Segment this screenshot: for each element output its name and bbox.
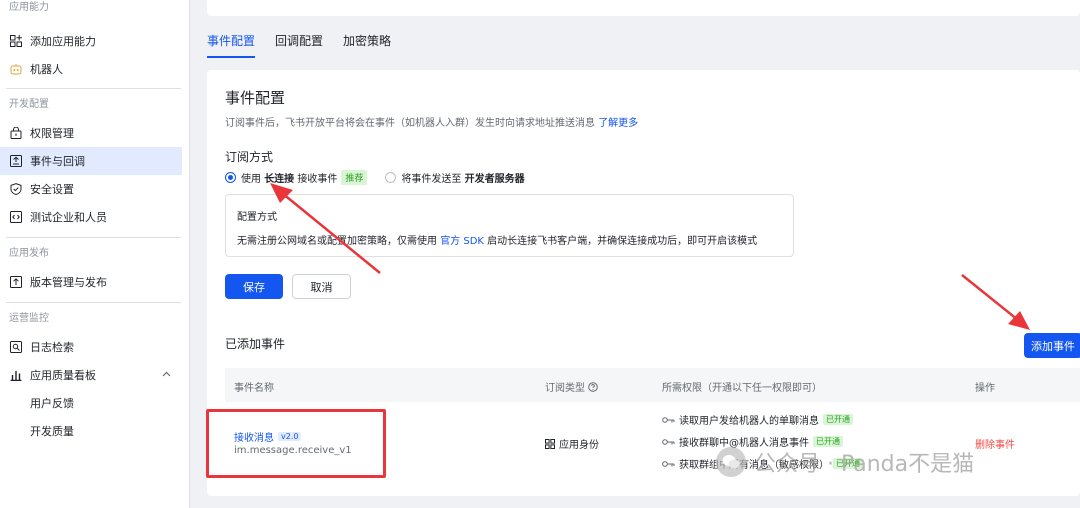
sidebar-divider [6,88,181,89]
radio-label-prefix: 使用 [241,174,261,185]
subscription-type-label: 应用身份 [559,440,599,451]
events-table-header: 事件名称 订阅类型 所需权限（开通以下任一权限即可） 操作 [225,368,1080,402]
sidebar-item-label: 日志检索 [30,341,74,354]
sidebar-item-label: 测试企业和人员 [30,211,107,224]
sidebar-group-dev-config: 开发配置 [9,99,49,110]
wechat-icon [716,447,746,477]
sidebar-item-events[interactable]: 事件与回调 [0,147,182,175]
highlight-box [206,409,386,478]
column-header-perms: 所需权限（开通以下任一权限即可） [662,383,822,394]
official-sdk-link[interactable]: 官方 SDK [440,236,484,247]
config-method-text-1: 无需注册公网域名或配置加密策略，仅需使用 [237,236,437,247]
sidebar-item-security[interactable]: 安全设置 [0,175,189,203]
sidebar-item-versions[interactable]: 版本管理与发布 [0,268,189,296]
permission-text: 读取用户发给机器人的单聊消息 [679,416,819,427]
radio-label-suffix: 接收事件 [297,174,338,185]
sidebar-item-feedback[interactable]: 用户反馈 [0,389,189,417]
column-header-type: 订阅类型 [545,379,598,394]
sidebar-item-bot[interactable]: 机器人 [0,55,189,83]
column-header-name: 事件名称 [234,383,274,394]
config-method-title: 配置方式 [237,212,277,223]
radio-developer-server[interactable]: 将事件发送至 开发者服务器 [385,170,525,185]
key-icon [662,438,675,446]
permission-status-badge: 已开通 [823,414,853,425]
tab-bar: 事件配置 回调配置 加密策略 [207,26,411,58]
app-identity-icon [545,438,555,449]
shield-icon [10,183,22,195]
key-icon [662,460,675,468]
sidebar-item-label: 开发质量 [30,425,74,438]
sidebar-item-label: 用户反馈 [30,397,74,410]
save-button[interactable]: 保存 [225,274,283,299]
subscription-method-title: 订阅方式 [225,150,274,164]
radio-label-bold: 开发者服务器 [464,174,525,185]
sidebar-item-logs[interactable]: 日志检索 [0,333,189,361]
tab-callback-config[interactable]: 回调配置 [275,26,323,56]
sidebar-item-dev-quality[interactable]: 开发质量 [0,417,189,445]
page-title: 事件配置 [225,89,286,107]
sidebar-item-label: 事件与回调 [30,155,85,168]
event-callback-icon [10,155,22,167]
sidebar-item-label: 版本管理与发布 [30,276,107,289]
permission-item: 读取用户发给机器人的单聊消息 已开通 [662,412,853,427]
upload-box-icon [10,276,22,288]
radio-label-bold: 长连接 [264,174,295,185]
description-text: 订阅事件后，飞书开放平台将会在事件（如机器人入群）发生时向请求地址推送消息 [225,118,595,129]
key-icon [662,416,675,424]
sidebar-item-label: 权限管理 [30,127,74,140]
column-header-type-label: 订阅类型 [545,383,585,394]
grid-plus-icon [10,35,22,47]
sidebar-item-label: 应用质量看板 [30,369,96,382]
sidebar-item-label: 安全设置 [30,183,74,196]
watermark-text: 公众号 · Panda不是猫 [754,452,975,477]
code-box-icon [10,211,22,223]
sidebar-divider [6,237,181,238]
subscription-method-radios: 使用 长连接 接收事件 推荐 将事件发送至 开发者服务器 [225,170,543,185]
sidebar-item-quality-board[interactable]: 应用质量看板 [0,361,189,389]
sidebar-group-capabilities: 应用能力 [9,2,49,13]
config-method-text: 无需注册公网域名或配置加密策略，仅需使用 官方 SDK 启动长连接飞书客户端，并… [237,232,757,247]
added-events-title: 已添加事件 [225,337,286,351]
delete-event-link[interactable]: 删除事件 [975,436,1015,451]
radio-unchecked-icon [385,172,397,183]
learn-more-link[interactable]: 了解更多 [598,118,638,129]
robot-icon [10,63,22,75]
add-event-button[interactable]: 添加事件 [1024,333,1080,358]
column-header-ops: 操作 [975,383,995,394]
sidebar-item-permissions[interactable]: 权限管理 [0,119,189,147]
radio-label-prefix: 将事件发送至 [401,174,462,185]
chevron-up-icon [162,370,171,379]
config-method-text-2: 启动长连接飞书客户端，并确保连接成功后，即可开启该模式 [487,236,758,247]
tab-encryption[interactable]: 加密策略 [343,26,391,56]
log-search-icon [10,341,22,353]
sidebar-divider [6,302,181,303]
radio-long-connection[interactable]: 使用 长连接 接收事件 推荐 [225,170,368,185]
sidebar-group-release: 应用发布 [9,248,49,259]
sidebar-group-monitoring: 运营监控 [9,313,49,324]
config-method-box: 配置方式 无需注册公网域名或配置加密策略，仅需使用 官方 SDK 启动长连接飞书… [225,194,794,257]
lock-icon [10,127,22,139]
sidebar-item-label: 机器人 [30,63,63,76]
sidebar: 应用能力 添加应用能力 机器人 开发配置 权限管理 事件与回调 安全设置 测试企… [0,0,190,508]
sidebar-item-add-capability[interactable]: 添加应用能力 [0,27,189,55]
top-card [207,0,1080,16]
radio-checked-icon [225,172,236,183]
sidebar-item-label: 添加应用能力 [30,35,96,48]
subscription-type: 应用身份 [545,436,599,451]
watermark: 公众号 · Panda不是猫 [716,446,974,478]
bar-chart-icon [10,369,22,381]
help-circle-icon[interactable] [588,381,598,392]
sidebar-item-test-company[interactable]: 测试企业和人员 [0,203,189,231]
tab-event-config[interactable]: 事件配置 [207,26,256,58]
cancel-button[interactable]: 取消 [292,274,351,299]
recommended-badge: 推荐 [341,170,368,185]
page-description: 订阅事件后，飞书开放平台将会在事件（如机器人入群）发生时向请求地址推送消息 了解… [225,114,638,129]
